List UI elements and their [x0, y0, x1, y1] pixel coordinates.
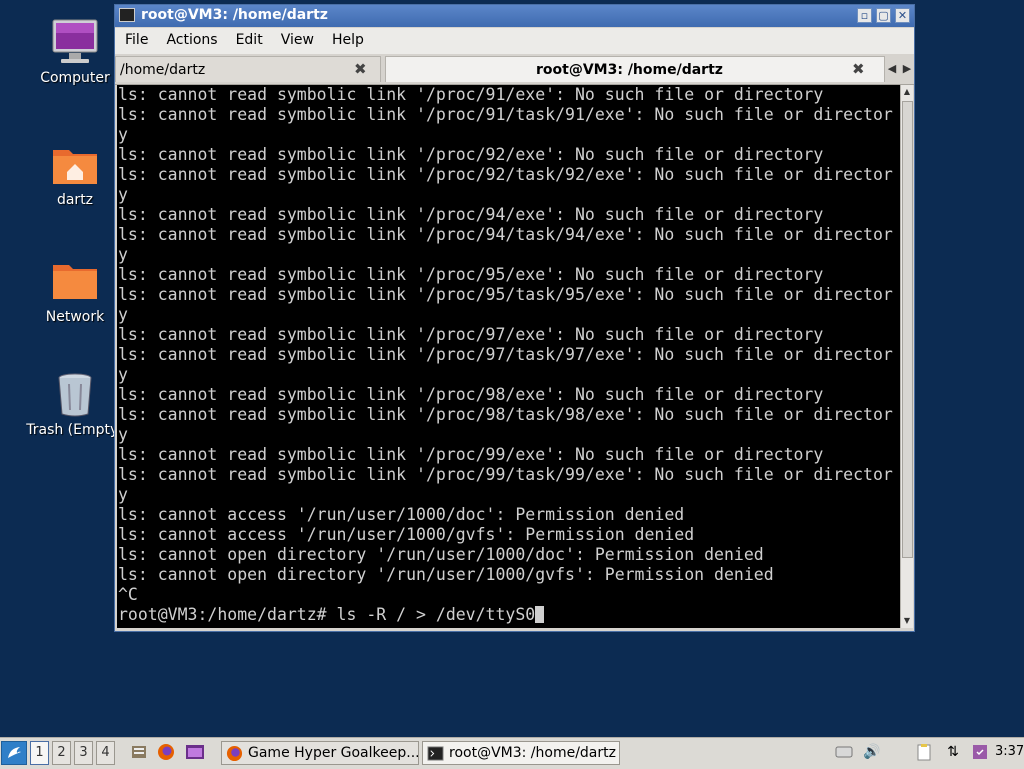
terminal-line: ls: cannot read symbolic link '/proc/99/… — [118, 465, 893, 484]
terminal-line: ls: cannot read symbolic link '/proc/94/… — [118, 205, 824, 224]
terminal-line: ls: cannot read symbolic link '/proc/95/… — [118, 285, 893, 304]
menu-actions[interactable]: Actions — [156, 28, 225, 48]
clipboard-icon[interactable] — [914, 741, 934, 765]
volume-icon[interactable]: 🔊 — [862, 741, 882, 765]
scroll-up-icon[interactable]: ▲ — [901, 85, 913, 99]
tab-close-icon[interactable]: ✖ — [354, 60, 367, 78]
desktop-icon-home[interactable]: dartz — [25, 140, 125, 208]
terminal-line: ls: cannot access '/run/user/1000/doc': … — [118, 505, 685, 524]
home-folder-icon — [51, 140, 99, 188]
minimize-button[interactable]: ▫ — [857, 8, 872, 23]
terminal-line: y — [118, 305, 128, 324]
window-title: root@VM3: /home/dartz — [141, 7, 328, 23]
tab-close-icon[interactable]: ✖ — [852, 60, 865, 78]
terminal-line: ls: cannot read symbolic link '/proc/94/… — [118, 225, 893, 244]
computer-icon — [51, 18, 99, 66]
taskbar: 1 2 3 4 Game Hyper Goalkeep... root@VM3:… — [0, 737, 1024, 769]
clock[interactable]: 3:37 — [995, 741, 1024, 765]
desktop-icon-computer[interactable]: Computer — [25, 18, 125, 86]
workspace-1[interactable]: 1 — [30, 741, 49, 765]
taskbar-item-terminal[interactable]: root@VM3: /home/dartz — [422, 741, 620, 765]
terminal-line: ls: cannot read symbolic link '/proc/97/… — [118, 325, 824, 344]
maximize-button[interactable]: ▢ — [876, 8, 891, 23]
desktop-icon-trash[interactable]: Trash (Empty) — [25, 370, 125, 438]
workspace-2[interactable]: 2 — [52, 741, 71, 765]
app-menu-icon — [8, 747, 21, 758]
terminal-line: ls: cannot read symbolic link '/proc/98/… — [118, 385, 824, 404]
terminal-line: ls: cannot read symbolic link '/proc/91/… — [118, 85, 824, 104]
terminal-line: y — [118, 185, 128, 204]
terminal-window[interactable]: root@VM3: /home/dartz ▫ ▢ ✕ File Actions E… — [114, 4, 915, 632]
tab-scroll-right-icon[interactable]: ▶ — [900, 59, 914, 79]
menu-view[interactable]: View — [271, 28, 322, 48]
terminal-prompt-line[interactable]: root@VM3:/home/dartz# ls -R / > /dev/tty… — [117, 605, 900, 625]
terminal-line: ^C — [118, 585, 138, 604]
terminal-line: ls: cannot read symbolic link '/proc/98/… — [118, 405, 893, 424]
update-notifier-icon[interactable] — [970, 741, 990, 765]
scroll-down-icon[interactable]: ▼ — [901, 614, 913, 628]
desktop-icon-network[interactable]: Network — [25, 257, 125, 325]
tab-scroll-left-icon[interactable]: ◀ — [885, 59, 899, 79]
terminal-line: y — [118, 365, 128, 384]
terminal-icon — [427, 745, 444, 762]
workspace-3[interactable]: 3 — [74, 741, 93, 765]
terminal-line: ls: cannot read symbolic link '/proc/92/… — [118, 165, 893, 184]
terminal-line: ls: cannot read symbolic link '/proc/97/… — [118, 345, 893, 364]
terminal-line: ls: cannot read symbolic link '/proc/99/… — [118, 445, 824, 464]
text-cursor — [535, 606, 545, 623]
terminal-line: ls: cannot read symbolic link '/proc/92/… — [118, 145, 824, 164]
network-status-icon[interactable]: ⇅ — [943, 741, 963, 765]
terminal-line: ls: cannot access '/run/user/1000/gvfs':… — [118, 525, 695, 544]
menu-help[interactable]: Help — [322, 28, 372, 48]
terminal-scrollbar[interactable]: ▲ ▼ — [900, 85, 913, 628]
scrollbar-thumb[interactable] — [902, 101, 913, 558]
tab-root-vm3[interactable]: root@VM3: /home/dartz ✖ — [385, 56, 885, 82]
tab-home-dartz[interactable]: /home/dartz ✖ — [115, 56, 381, 82]
terminal-line: y — [118, 125, 128, 144]
taskbar-item-firefox[interactable]: Game Hyper Goalkeep... — [221, 741, 419, 765]
menu-file[interactable]: File — [115, 28, 156, 48]
firefox-icon — [226, 745, 243, 762]
terminal-line: y — [118, 425, 128, 444]
terminal-line: y — [118, 245, 128, 264]
terminal-launcher-icon[interactable] — [184, 741, 206, 765]
network-folder-icon — [51, 257, 99, 305]
terminal-line: ls: cannot open directory '/run/user/100… — [118, 545, 764, 564]
tab-bar: /home/dartz ✖ root@VM3: /home/dartz ✖ ◀ … — [115, 54, 914, 85]
terminal-line: ls: cannot read symbolic link '/proc/91/… — [118, 105, 893, 124]
terminal-line: y — [118, 485, 128, 504]
window-titlebar[interactable]: root@VM3: /home/dartz ▫ ▢ ✕ — [115, 5, 914, 27]
terminal-line: ls: cannot read symbolic link '/proc/95/… — [118, 265, 824, 284]
terminal-line: ls: cannot open directory '/run/user/100… — [118, 565, 774, 584]
file-manager-launcher-icon[interactable] — [128, 741, 150, 765]
start-menu-button[interactable] — [1, 741, 27, 765]
trash-icon — [51, 370, 99, 418]
menu-bar: File Actions Edit View Help — [115, 28, 914, 54]
removable-drive-icon[interactable] — [834, 741, 854, 765]
shell-prompt: root@VM3:/home/dartz# — [118, 605, 337, 624]
workspace-4[interactable]: 4 — [96, 741, 115, 765]
menu-edit[interactable]: Edit — [226, 28, 271, 48]
terminal-output[interactable]: ls: cannot read symbolic link '/proc/91/… — [117, 85, 900, 628]
firefox-launcher-icon[interactable] — [155, 741, 177, 765]
shell-command: ls -R / > /dev/ttyS0 — [336, 605, 536, 624]
close-button[interactable]: ✕ — [895, 8, 910, 23]
terminal-icon — [119, 8, 135, 22]
